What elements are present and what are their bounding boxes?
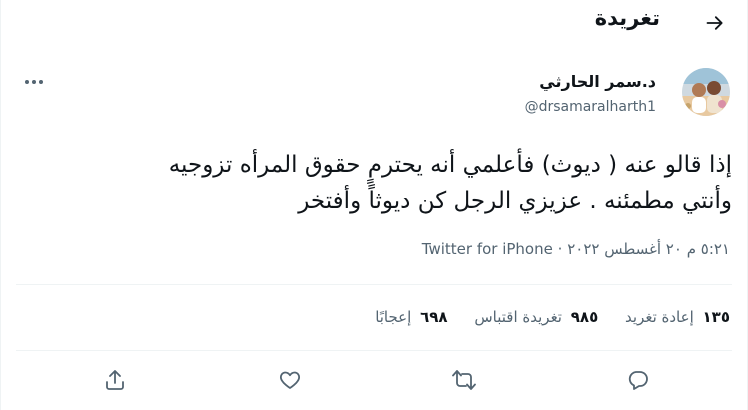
tweet-text-line: إذا قالو عنه ( ديوث) فأعلمي أنه يحترمٍ ح… bbox=[168, 152, 732, 178]
tweet-stats: ١٣٥ إعادة تغريد ٩٨٥ تغريدة اقتباس ٦٩٨ إع… bbox=[353, 308, 730, 326]
avatar[interactable] bbox=[682, 68, 730, 116]
action-bar bbox=[0, 362, 748, 398]
retweets-stat[interactable]: ١٣٥ إعادة تغريد bbox=[625, 308, 730, 326]
avatar-image bbox=[682, 68, 730, 116]
retweets-count: ١٣٥ bbox=[702, 308, 730, 326]
share-button[interactable] bbox=[97, 362, 133, 398]
quotes-label: تغريدة اقتباس bbox=[474, 308, 562, 326]
tweet-text: إذا قالو عنه ( ديوث) فأعلمي أنه يحترمٍ ح… bbox=[14, 147, 732, 219]
tweet-page: تغريدة د.سمر الحارثي @drsamaralharth1 إذ… bbox=[0, 0, 748, 410]
tweet-meta: ٥:٢١ م ٢٠ أغسطس ٢٠٢٢ · Twitter for iPhon… bbox=[422, 240, 730, 258]
more-options-button[interactable] bbox=[22, 70, 46, 94]
arrow-icon bbox=[706, 16, 723, 30]
column-border-left bbox=[0, 0, 1, 410]
page-title: تغريدة bbox=[594, 6, 660, 30]
tweet-time[interactable]: ٥:٢١ م bbox=[687, 240, 730, 258]
divider bbox=[16, 350, 732, 351]
quotes-stat[interactable]: ٩٨٥ تغريدة اقتباس bbox=[474, 308, 598, 326]
reply-icon bbox=[628, 371, 648, 390]
quotes-count: ٩٨٥ bbox=[570, 308, 599, 326]
likes-label: إعجابًا bbox=[375, 308, 412, 326]
share-icon bbox=[106, 370, 124, 390]
likes-stat[interactable]: ٦٩٨ إعجابًا bbox=[375, 308, 447, 326]
author-display-name[interactable]: د.سمر الحارثي bbox=[539, 72, 656, 91]
reply-button[interactable] bbox=[620, 362, 656, 398]
retweets-label: إعادة تغريد bbox=[625, 308, 694, 326]
divider bbox=[16, 284, 732, 285]
author-handle[interactable]: @drsamaralharth1 bbox=[525, 99, 656, 115]
tweet-source-link[interactable]: Twitter for iPhone bbox=[422, 240, 553, 258]
back-button[interactable] bbox=[700, 8, 730, 38]
heart-icon bbox=[280, 371, 300, 389]
page-header: تغريدة bbox=[0, 0, 748, 46]
likes-count: ٦٩٨ bbox=[420, 308, 448, 326]
like-button[interactable] bbox=[272, 362, 308, 398]
more-horizontal-icon bbox=[25, 80, 43, 84]
retweet-icon bbox=[452, 370, 476, 390]
retweet-button[interactable] bbox=[446, 362, 482, 398]
meta-separator: · bbox=[557, 240, 563, 258]
tweet-text-line: وأنتي مطمئنه . عزيزي الرجل كن ديوثاً وأف… bbox=[298, 188, 732, 214]
tweet-date[interactable]: ٢٠ أغسطس ٢٠٢٢ bbox=[567, 240, 682, 258]
